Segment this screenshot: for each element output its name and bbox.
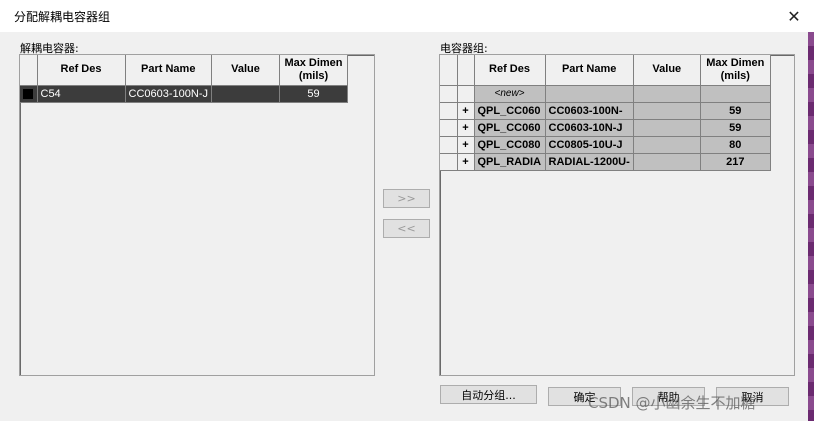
new-group-row[interactable]: <new>: [440, 85, 771, 103]
row-indicator[interactable]: [440, 153, 458, 171]
column-header-value[interactable]: Value: [211, 55, 280, 86]
cell-part-name[interactable]: CC0603-100N-: [545, 102, 634, 120]
cell-part-name[interactable]: CC0603-100N-J: [125, 85, 212, 103]
row-indicator[interactable]: [440, 119, 458, 137]
title-bar: 分配解耦电容器组 ✕: [0, 0, 814, 32]
dialog-client: 解耦电容器: Ref Des Part Name Value Max Dimen…: [0, 32, 808, 421]
column-header-value[interactable]: Value: [633, 55, 701, 86]
row-indicator[interactable]: [440, 136, 458, 154]
cell-part-name[interactable]: RADIAL-1200U-: [545, 153, 634, 171]
cell-part-name[interactable]: CC0603-10N-J: [545, 119, 634, 137]
close-icon: ✕: [787, 6, 801, 26]
cell-max-dimen[interactable]: 59: [279, 85, 348, 103]
decoupling-caps-grid[interactable]: Ref Des Part Name Value Max Dimen (mils)…: [19, 54, 375, 376]
expand-plus-icon[interactable]: +: [457, 119, 475, 137]
cell-part-name[interactable]: [545, 85, 634, 103]
table-row[interactable]: + QPL_CC060 CC0603-10N-J 59: [440, 119, 771, 137]
table-row[interactable]: + QPL_CC060 CC0603-100N- 59: [440, 102, 771, 120]
cell-value[interactable]: [633, 85, 701, 103]
cap-groups-grid[interactable]: Ref Des Part Name Value Max Dimen (mils)…: [439, 54, 795, 376]
column-header-max-dimen[interactable]: Max Dimen (mils): [700, 55, 771, 86]
cell-ref-des[interactable]: C54: [37, 85, 126, 103]
cell-max-dimen[interactable]: 59: [700, 119, 771, 137]
background-app-strip: [808, 32, 814, 421]
column-header-ref-des[interactable]: Ref Des: [37, 55, 126, 86]
row-indicator[interactable]: [440, 85, 458, 103]
window-title: 分配解耦电容器组: [14, 10, 111, 24]
row-indicator[interactable]: [440, 102, 458, 120]
table-row[interactable]: + QPL_CC080 CC0805-10U-J 80: [440, 136, 771, 154]
expand-plus-icon[interactable]: +: [457, 102, 475, 120]
column-header-part-name[interactable]: Part Name: [545, 55, 634, 86]
column-header-part-name[interactable]: Part Name: [125, 55, 212, 86]
cell-ref-des[interactable]: QPL_CC060: [474, 102, 546, 120]
watermark: CSDN @小幽余生不加糖: [588, 394, 756, 412]
new-group-cell[interactable]: <new>: [474, 85, 546, 103]
expand-plus-icon[interactable]: +: [457, 153, 475, 171]
cell-value[interactable]: [633, 153, 701, 171]
cell-max-dimen[interactable]: [700, 85, 771, 103]
grid-corner-header: [20, 55, 38, 86]
table-row[interactable]: + QPL_RADIA RADIAL-1200U- 217: [440, 153, 771, 171]
auto-group-button[interactable]: 自动分组...: [440, 385, 537, 404]
cell-max-dimen[interactable]: 217: [700, 153, 771, 171]
expand-plus-icon[interactable]: +: [457, 136, 475, 154]
remove-from-group-button[interactable]: <<: [383, 219, 430, 238]
cell-value[interactable]: [633, 136, 701, 154]
column-header-ref-des[interactable]: Ref Des: [474, 55, 546, 86]
expander-header: [457, 55, 475, 86]
cell-part-name[interactable]: CC0805-10U-J: [545, 136, 634, 154]
selected-row-icon: [23, 88, 33, 99]
close-button[interactable]: ✕: [780, 4, 808, 28]
cell-max-dimen[interactable]: 59: [700, 102, 771, 120]
grid-corner-header: [440, 55, 458, 86]
cell-value[interactable]: [633, 119, 701, 137]
cell-value[interactable]: [211, 85, 280, 103]
cell-ref-des[interactable]: QPL_CC080: [474, 136, 546, 154]
table-row[interactable]: C54 CC0603-100N-J 59: [20, 85, 348, 103]
cell-ref-des[interactable]: QPL_RADIA: [474, 153, 546, 171]
add-to-group-button[interactable]: >>: [383, 189, 430, 208]
expander-cell: [457, 85, 475, 103]
cell-ref-des[interactable]: QPL_CC060: [474, 119, 546, 137]
cell-max-dimen[interactable]: 80: [700, 136, 771, 154]
row-indicator[interactable]: [20, 85, 38, 103]
column-header-max-dimen[interactable]: Max Dimen (mils): [279, 55, 348, 86]
cell-value[interactable]: [633, 102, 701, 120]
